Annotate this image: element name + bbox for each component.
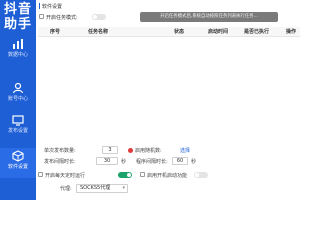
settings-cube-icon <box>12 150 24 162</box>
section-title: 软件设置 <box>42 4 63 10</box>
user-icon <box>12 82 24 94</box>
sidebar-item-label: 账号中心 <box>7 96 28 102</box>
brand-line-2: 助手 <box>3 17 32 32</box>
auto-task-checkbox[interactable] <box>39 14 44 19</box>
sidebar-item-publish-settings[interactable]: 发布设置 <box>0 112 36 144</box>
sidebar-item-label: 软件设置 <box>7 164 28 170</box>
random-label: 启用随机数: <box>135 148 162 154</box>
bar-chart-icon <box>13 39 23 49</box>
task-table-header: 序号 任务名称 状态 启动时间 是否已执行 操作 <box>38 27 300 37</box>
column-header: 序号 <box>50 29 61 35</box>
section-marker <box>39 3 40 9</box>
chevron-down-icon: ▾ <box>122 185 125 191</box>
column-header: 操作 <box>286 29 297 35</box>
sidebar-item-label: 发布设置 <box>7 128 28 134</box>
single-publish-input[interactable]: 3 <box>102 146 118 154</box>
program-interval-label: 程序间隔时长: <box>136 159 168 165</box>
interval-input[interactable]: 30 <box>96 157 118 165</box>
proxy-select-value: SOCKS5代理 <box>80 185 111 191</box>
sidebar-item-account-center[interactable]: 账号中心 <box>0 80 36 112</box>
notice-banner: 开启任务模式后,系统自动按照任务列表执行任务... <box>140 12 278 22</box>
monitor-icon <box>12 115 24 126</box>
program-interval-unit: 秒 <box>191 159 197 165</box>
interval-label: 发布间隔时长: <box>44 159 76 165</box>
scheduled-toggle[interactable] <box>118 171 132 178</box>
auto-task-label: 开启任务模式: <box>46 14 78 21</box>
interval-unit: 秒 <box>121 159 127 165</box>
scheduled-checkbox[interactable] <box>38 172 43 177</box>
scheduled-label: 开启每天定时运行 <box>45 172 86 179</box>
boot-checkbox[interactable] <box>140 172 145 177</box>
sidebar: 抖音 助手 数据中心 账号中心 发布设置 软件设置 <box>0 0 36 200</box>
sidebar-item-label: 数据中心 <box>7 52 28 58</box>
proxy-select[interactable]: SOCKS5代理 ▾ <box>76 184 128 193</box>
main-panel: 软件设置 开启任务模式: 开启任务模式后,系统自动按照任务列表执行任务... 序… <box>36 0 300 200</box>
column-header: 是否已执行 <box>244 29 270 35</box>
app-logo: 抖音 助手 <box>0 2 36 32</box>
column-header: 启动时间 <box>208 29 229 35</box>
column-header: 任务名称 <box>88 29 109 35</box>
task-table-body <box>38 38 300 138</box>
sidebar-item-software-settings[interactable]: 软件设置 <box>0 148 36 178</box>
boot-toggle[interactable] <box>194 171 208 178</box>
single-publish-label: 单次发布数量: <box>44 148 76 154</box>
proxy-label: 代理: <box>60 186 72 192</box>
boot-label: 启用开机启动功能 <box>147 172 188 179</box>
program-interval-input[interactable]: 60 <box>172 157 188 165</box>
sidebar-item-data-center[interactable]: 数据中心 <box>0 36 36 68</box>
random-radio[interactable] <box>128 147 133 153</box>
column-header: 状态 <box>174 29 185 35</box>
random-select-link[interactable]: 选择 <box>180 147 190 154</box>
brand-line-1: 抖音 <box>3 2 32 17</box>
auto-task-toggle[interactable] <box>92 14 106 20</box>
